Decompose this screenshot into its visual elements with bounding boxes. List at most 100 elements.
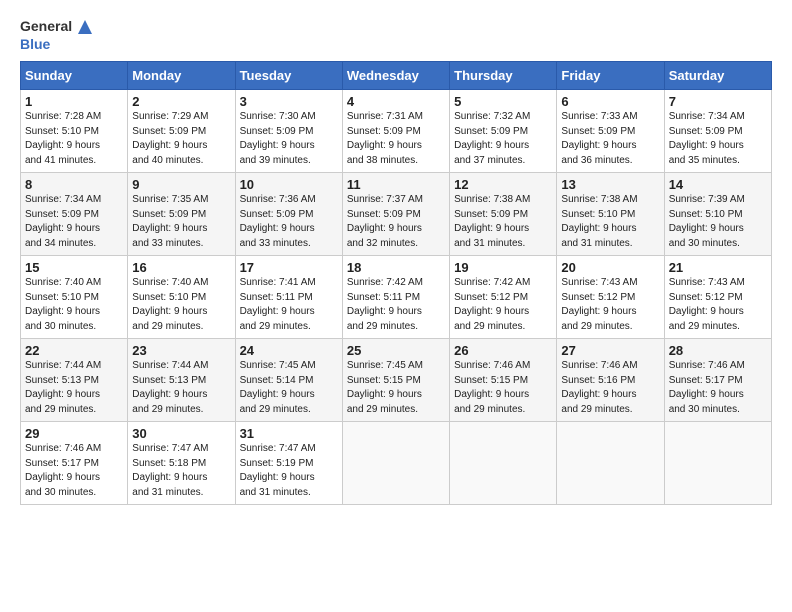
calendar-cell: 8 Sunrise: 7:34 AMSunset: 5:09 PMDayligh… (21, 173, 128, 256)
day-info: Sunrise: 7:44 AMSunset: 5:13 PMDaylight:… (25, 360, 101, 415)
calendar-cell: 7 Sunrise: 7:34 AMSunset: 5:09 PMDayligh… (664, 90, 771, 173)
calendar-cell (342, 422, 449, 505)
calendar-cell: 29 Sunrise: 7:46 AMSunset: 5:17 PMDaylig… (21, 422, 128, 505)
calendar-cell: 17 Sunrise: 7:41 AMSunset: 5:11 PMDaylig… (235, 256, 342, 339)
day-info: Sunrise: 7:38 AMSunset: 5:09 PMDaylight:… (454, 194, 530, 249)
calendar-cell: 10 Sunrise: 7:36 AMSunset: 5:09 PMDaylig… (235, 173, 342, 256)
day-number: 4 (347, 94, 445, 109)
calendar-cell (664, 422, 771, 505)
day-info: Sunrise: 7:46 AMSunset: 5:15 PMDaylight:… (454, 360, 530, 415)
day-number: 26 (454, 343, 552, 358)
calendar-cell (450, 422, 557, 505)
day-number: 27 (561, 343, 659, 358)
calendar-cell: 13 Sunrise: 7:38 AMSunset: 5:10 PMDaylig… (557, 173, 664, 256)
day-number: 31 (240, 426, 338, 441)
day-info: Sunrise: 7:47 AMSunset: 5:18 PMDaylight:… (132, 443, 208, 498)
calendar-cell: 19 Sunrise: 7:42 AMSunset: 5:12 PMDaylig… (450, 256, 557, 339)
calendar-cell: 31 Sunrise: 7:47 AMSunset: 5:19 PMDaylig… (235, 422, 342, 505)
column-header-sunday: Sunday (21, 62, 128, 90)
calendar-week-1: 1 Sunrise: 7:28 AMSunset: 5:10 PMDayligh… (21, 90, 772, 173)
calendar-cell: 1 Sunrise: 7:28 AMSunset: 5:10 PMDayligh… (21, 90, 128, 173)
day-info: Sunrise: 7:29 AMSunset: 5:09 PMDaylight:… (132, 111, 208, 166)
day-info: Sunrise: 7:44 AMSunset: 5:13 PMDaylight:… (132, 360, 208, 415)
day-number: 16 (132, 260, 230, 275)
calendar-cell: 28 Sunrise: 7:46 AMSunset: 5:17 PMDaylig… (664, 339, 771, 422)
day-info: Sunrise: 7:40 AMSunset: 5:10 PMDaylight:… (25, 277, 101, 332)
calendar-cell: 4 Sunrise: 7:31 AMSunset: 5:09 PMDayligh… (342, 90, 449, 173)
day-number: 28 (669, 343, 767, 358)
day-info: Sunrise: 7:45 AMSunset: 5:15 PMDaylight:… (347, 360, 423, 415)
day-info: Sunrise: 7:45 AMSunset: 5:14 PMDaylight:… (240, 360, 316, 415)
calendar-cell: 9 Sunrise: 7:35 AMSunset: 5:09 PMDayligh… (128, 173, 235, 256)
day-info: Sunrise: 7:46 AMSunset: 5:17 PMDaylight:… (25, 443, 101, 498)
calendar-cell: 15 Sunrise: 7:40 AMSunset: 5:10 PMDaylig… (21, 256, 128, 339)
day-info: Sunrise: 7:36 AMSunset: 5:09 PMDaylight:… (240, 194, 316, 249)
header-row: SundayMondayTuesdayWednesdayThursdayFrid… (21, 62, 772, 90)
calendar-cell: 22 Sunrise: 7:44 AMSunset: 5:13 PMDaylig… (21, 339, 128, 422)
day-info: Sunrise: 7:41 AMSunset: 5:11 PMDaylight:… (240, 277, 316, 332)
day-info: Sunrise: 7:32 AMSunset: 5:09 PMDaylight:… (454, 111, 530, 166)
calendar-cell: 12 Sunrise: 7:38 AMSunset: 5:09 PMDaylig… (450, 173, 557, 256)
day-number: 22 (25, 343, 123, 358)
column-header-friday: Friday (557, 62, 664, 90)
day-number: 15 (25, 260, 123, 275)
calendar-cell: 21 Sunrise: 7:43 AMSunset: 5:12 PMDaylig… (664, 256, 771, 339)
calendar-cell: 11 Sunrise: 7:37 AMSunset: 5:09 PMDaylig… (342, 173, 449, 256)
day-info: Sunrise: 7:42 AMSunset: 5:11 PMDaylight:… (347, 277, 423, 332)
day-number: 1 (25, 94, 123, 109)
calendar-cell: 30 Sunrise: 7:47 AMSunset: 5:18 PMDaylig… (128, 422, 235, 505)
day-info: Sunrise: 7:43 AMSunset: 5:12 PMDaylight:… (561, 277, 637, 332)
day-info: Sunrise: 7:47 AMSunset: 5:19 PMDaylight:… (240, 443, 316, 498)
calendar-cell: 18 Sunrise: 7:42 AMSunset: 5:11 PMDaylig… (342, 256, 449, 339)
calendar-week-4: 22 Sunrise: 7:44 AMSunset: 5:13 PMDaylig… (21, 339, 772, 422)
day-number: 25 (347, 343, 445, 358)
day-info: Sunrise: 7:37 AMSunset: 5:09 PMDaylight:… (347, 194, 423, 249)
calendar-cell: 24 Sunrise: 7:45 AMSunset: 5:14 PMDaylig… (235, 339, 342, 422)
day-number: 2 (132, 94, 230, 109)
logo-line1: General (20, 18, 72, 34)
calendar-cell: 2 Sunrise: 7:29 AMSunset: 5:09 PMDayligh… (128, 90, 235, 173)
day-info: Sunrise: 7:31 AMSunset: 5:09 PMDaylight:… (347, 111, 423, 166)
calendar-cell: 6 Sunrise: 7:33 AMSunset: 5:09 PMDayligh… (557, 90, 664, 173)
day-number: 24 (240, 343, 338, 358)
calendar-cell: 25 Sunrise: 7:45 AMSunset: 5:15 PMDaylig… (342, 339, 449, 422)
day-info: Sunrise: 7:46 AMSunset: 5:16 PMDaylight:… (561, 360, 637, 415)
day-info: Sunrise: 7:42 AMSunset: 5:12 PMDaylight:… (454, 277, 530, 332)
calendar-cell: 23 Sunrise: 7:44 AMSunset: 5:13 PMDaylig… (128, 339, 235, 422)
calendar-cell: 14 Sunrise: 7:39 AMSunset: 5:10 PMDaylig… (664, 173, 771, 256)
day-info: Sunrise: 7:35 AMSunset: 5:09 PMDaylight:… (132, 194, 208, 249)
calendar-cell: 20 Sunrise: 7:43 AMSunset: 5:12 PMDaylig… (557, 256, 664, 339)
day-number: 20 (561, 260, 659, 275)
day-info: Sunrise: 7:30 AMSunset: 5:09 PMDaylight:… (240, 111, 316, 166)
day-number: 30 (132, 426, 230, 441)
day-number: 17 (240, 260, 338, 275)
day-info: Sunrise: 7:46 AMSunset: 5:17 PMDaylight:… (669, 360, 745, 415)
logo-triangle-icon (78, 20, 92, 34)
calendar-cell: 16 Sunrise: 7:40 AMSunset: 5:10 PMDaylig… (128, 256, 235, 339)
day-info: Sunrise: 7:38 AMSunset: 5:10 PMDaylight:… (561, 194, 637, 249)
day-number: 11 (347, 177, 445, 192)
day-info: Sunrise: 7:43 AMSunset: 5:12 PMDaylight:… (669, 277, 745, 332)
day-number: 14 (669, 177, 767, 192)
day-info: Sunrise: 7:40 AMSunset: 5:10 PMDaylight:… (132, 277, 208, 332)
day-info: Sunrise: 7:28 AMSunset: 5:10 PMDaylight:… (25, 111, 101, 166)
calendar-cell: 26 Sunrise: 7:46 AMSunset: 5:15 PMDaylig… (450, 339, 557, 422)
header: General Blue (20, 18, 772, 53)
day-number: 18 (347, 260, 445, 275)
day-info: Sunrise: 7:34 AMSunset: 5:09 PMDaylight:… (25, 194, 101, 249)
column-header-monday: Monday (128, 62, 235, 90)
calendar-week-5: 29 Sunrise: 7:46 AMSunset: 5:17 PMDaylig… (21, 422, 772, 505)
day-number: 6 (561, 94, 659, 109)
day-number: 23 (132, 343, 230, 358)
day-number: 9 (132, 177, 230, 192)
day-info: Sunrise: 7:34 AMSunset: 5:09 PMDaylight:… (669, 111, 745, 166)
calendar-cell: 5 Sunrise: 7:32 AMSunset: 5:09 PMDayligh… (450, 90, 557, 173)
day-number: 12 (454, 177, 552, 192)
calendar-cell (557, 422, 664, 505)
column-header-saturday: Saturday (664, 62, 771, 90)
logo: General Blue (20, 18, 92, 53)
column-header-tuesday: Tuesday (235, 62, 342, 90)
day-number: 13 (561, 177, 659, 192)
day-number: 7 (669, 94, 767, 109)
logo-line2: Blue (20, 36, 50, 52)
